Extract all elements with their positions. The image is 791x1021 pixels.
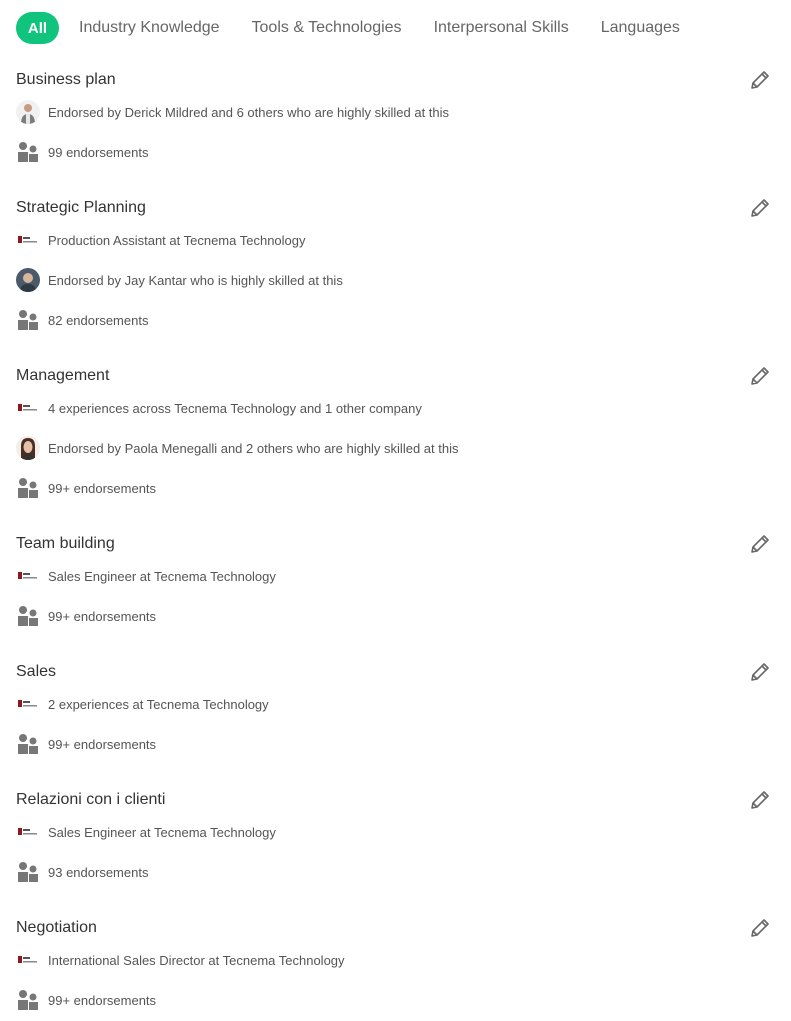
people-icon	[16, 988, 40, 1012]
experience-text: Sales Engineer at Tecnema Technology	[48, 824, 276, 840]
endorsed-by-row: Endorsed by Jay Kantar who is highly ski…	[16, 268, 343, 292]
endorsements-row: 99 endorsements	[16, 140, 148, 164]
pencil-icon	[751, 791, 769, 809]
edit-skill-button[interactable]	[748, 364, 772, 388]
endorsements-row: 99+ endorsements	[16, 476, 156, 500]
experience-text: 4 experiences across Tecnema Technology …	[48, 400, 422, 416]
experience-row: Sales Engineer at Tecnema Technology	[16, 820, 276, 844]
company-logo-icon	[16, 396, 40, 420]
pencil-icon	[751, 663, 769, 681]
endorsed-by-row: Endorsed by Paola Menegalli and 2 others…	[16, 436, 458, 460]
skill-title: Negotiation	[16, 919, 97, 936]
endorsed-by-row: Endorsed by Derick Mildred and 6 others …	[16, 100, 449, 124]
endorsed-by-text[interactable]: Endorsed by Paola Menegalli and 2 others…	[48, 441, 458, 456]
people-icon	[16, 732, 40, 756]
pencil-icon	[751, 535, 769, 553]
people-icon	[16, 860, 40, 884]
endorsements-count[interactable]: 93 endorsements	[48, 865, 148, 880]
endorsements-row: 93 endorsements	[16, 860, 148, 884]
endorsements-count[interactable]: 99+ endorsements	[48, 737, 156, 752]
tab-interpersonal-skills[interactable]: Interpersonal Skills	[434, 19, 569, 37]
company-logo-icon	[16, 692, 40, 716]
edit-skill-button[interactable]	[748, 196, 772, 220]
endorsements-count[interactable]: 82 endorsements	[48, 313, 148, 328]
skill-title: Management	[16, 367, 110, 384]
edit-skill-button[interactable]	[748, 916, 772, 940]
endorsed-by-text[interactable]: Endorsed by Derick Mildred and 6 others …	[48, 105, 449, 120]
company-logo-icon	[16, 228, 40, 252]
endorser-avatar	[16, 436, 40, 460]
skill-title: Team building	[16, 535, 115, 552]
edit-skill-button[interactable]	[748, 788, 772, 812]
experience-row: 4 experiences across Tecnema Technology …	[16, 396, 422, 420]
endorsements-count[interactable]: 99+ endorsements	[48, 609, 156, 624]
edit-skill-button[interactable]	[748, 660, 772, 684]
experience-row: Sales Engineer at Tecnema Technology	[16, 564, 276, 588]
pencil-icon	[751, 71, 769, 89]
experience-row: 2 experiences at Tecnema Technology	[16, 692, 269, 716]
pencil-icon	[751, 367, 769, 385]
endorsements-row: 82 endorsements	[16, 308, 148, 332]
edit-skill-button[interactable]	[748, 532, 772, 556]
endorsements-count[interactable]: 99+ endorsements	[48, 993, 156, 1008]
experience-text: 2 experiences at Tecnema Technology	[48, 696, 269, 712]
pencil-icon	[751, 199, 769, 217]
endorsed-by-text[interactable]: Endorsed by Jay Kantar who is highly ski…	[48, 273, 343, 288]
people-icon	[16, 140, 40, 164]
people-icon	[16, 308, 40, 332]
people-icon	[16, 476, 40, 500]
tab-industry-knowledge[interactable]: Industry Knowledge	[79, 19, 220, 37]
company-logo-icon	[16, 564, 40, 588]
endorsements-row: 99+ endorsements	[16, 988, 156, 1012]
endorsements-count[interactable]: 99 endorsements	[48, 145, 148, 160]
endorsements-row: 99+ endorsements	[16, 732, 156, 756]
endorser-avatar	[16, 100, 40, 124]
skill-title: Relazioni con i clienti	[16, 791, 166, 808]
experience-row: Production Assistant at Tecnema Technolo…	[16, 228, 306, 252]
experience-text: Sales Engineer at Tecnema Technology	[48, 568, 276, 584]
skill-title: Sales	[16, 663, 57, 680]
endorsements-count[interactable]: 99+ endorsements	[48, 481, 156, 496]
experience-row: International Sales Director at Tecnema …	[16, 948, 345, 972]
people-icon	[16, 604, 40, 628]
tab-all[interactable]: All	[16, 12, 59, 44]
experience-text: International Sales Director at Tecnema …	[48, 952, 345, 968]
experience-text: Production Assistant at Tecnema Technolo…	[48, 232, 306, 248]
endorsements-row: 99+ endorsements	[16, 604, 156, 628]
edit-skill-button[interactable]	[748, 68, 772, 92]
skill-title: Strategic Planning	[16, 199, 146, 216]
endorser-avatar	[16, 268, 40, 292]
company-logo-icon	[16, 948, 40, 972]
tab-tools-technologies[interactable]: Tools & Technologies	[252, 19, 402, 37]
company-logo-icon	[16, 820, 40, 844]
skill-category-tabs: All Industry Knowledge Tools & Technolog…	[16, 12, 712, 44]
pencil-icon	[751, 919, 769, 937]
skill-title: Business plan	[16, 71, 116, 88]
tab-languages[interactable]: Languages	[601, 19, 680, 37]
